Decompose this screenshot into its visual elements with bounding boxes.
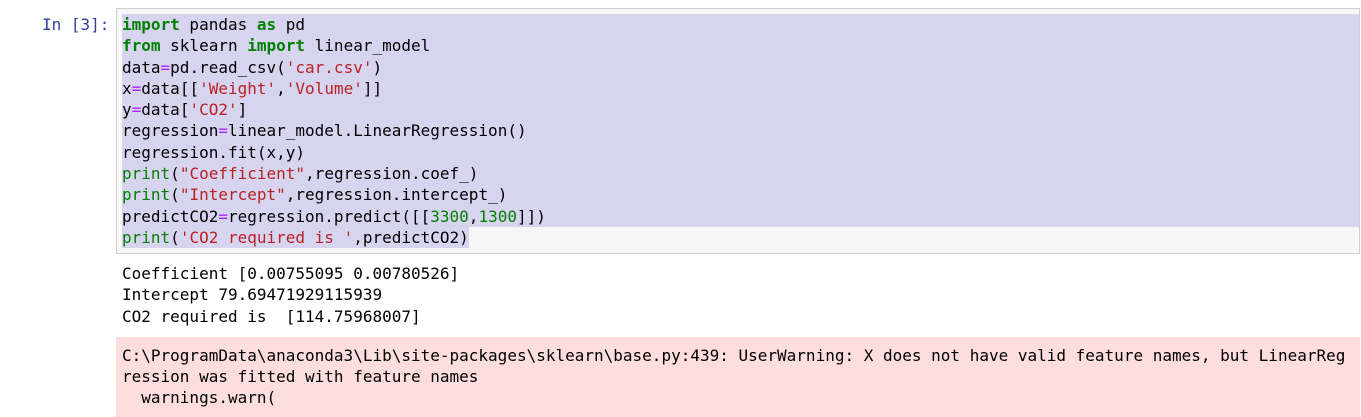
code-line: predictCO2=regression.predict([[3300,130… xyxy=(122,206,546,226)
code-line: print('CO2 required is ',predictCO2) xyxy=(122,227,469,247)
code-line: regression=linear_model.LinearRegression… xyxy=(122,121,527,141)
code-line: x=data[['Weight','Volume']] xyxy=(122,78,383,98)
warning-text: C:\ProgramData\anaconda3\Lib\site-packag… xyxy=(122,345,1345,408)
code-line: import pandas as pd xyxy=(122,15,306,34)
code-line: print("Intercept",regression.intercept_) xyxy=(122,185,508,205)
output-line: CO2 required is [114.75968007] xyxy=(122,306,421,326)
code-line: from sklearn import linear_model xyxy=(122,36,431,56)
output-line: Coefficient [0.00755095 0.00780526] xyxy=(122,264,460,283)
code-cell-input[interactable]: import pandas as pd from sklearn import … xyxy=(116,8,1360,254)
code-line: y=data['CO2'] xyxy=(122,100,248,120)
code-line: data=pd.read_csv('car.csv') xyxy=(122,57,383,77)
code-editor[interactable]: import pandas as pd from sklearn import … xyxy=(122,14,546,248)
input-prompt: In [3]: xyxy=(42,15,110,34)
cell-output-stdout: Coefficient [0.00755095 0.00780526] Inte… xyxy=(122,263,459,327)
warning-line: ression was fitted with feature names xyxy=(122,367,479,386)
cell-output-stderr: C:\ProgramData\anaconda3\Lib\site-packag… xyxy=(116,337,1360,417)
output-line: Intercept 79.69471929115939 xyxy=(122,285,383,305)
warning-line: warnings.warn( xyxy=(122,388,277,407)
code-line: regression.fit(x,y) xyxy=(122,142,306,162)
warning-line: C:\ProgramData\anaconda3\Lib\site-packag… xyxy=(122,346,1346,365)
code-line: print("Coefficient",regression.coef_) xyxy=(122,164,479,184)
